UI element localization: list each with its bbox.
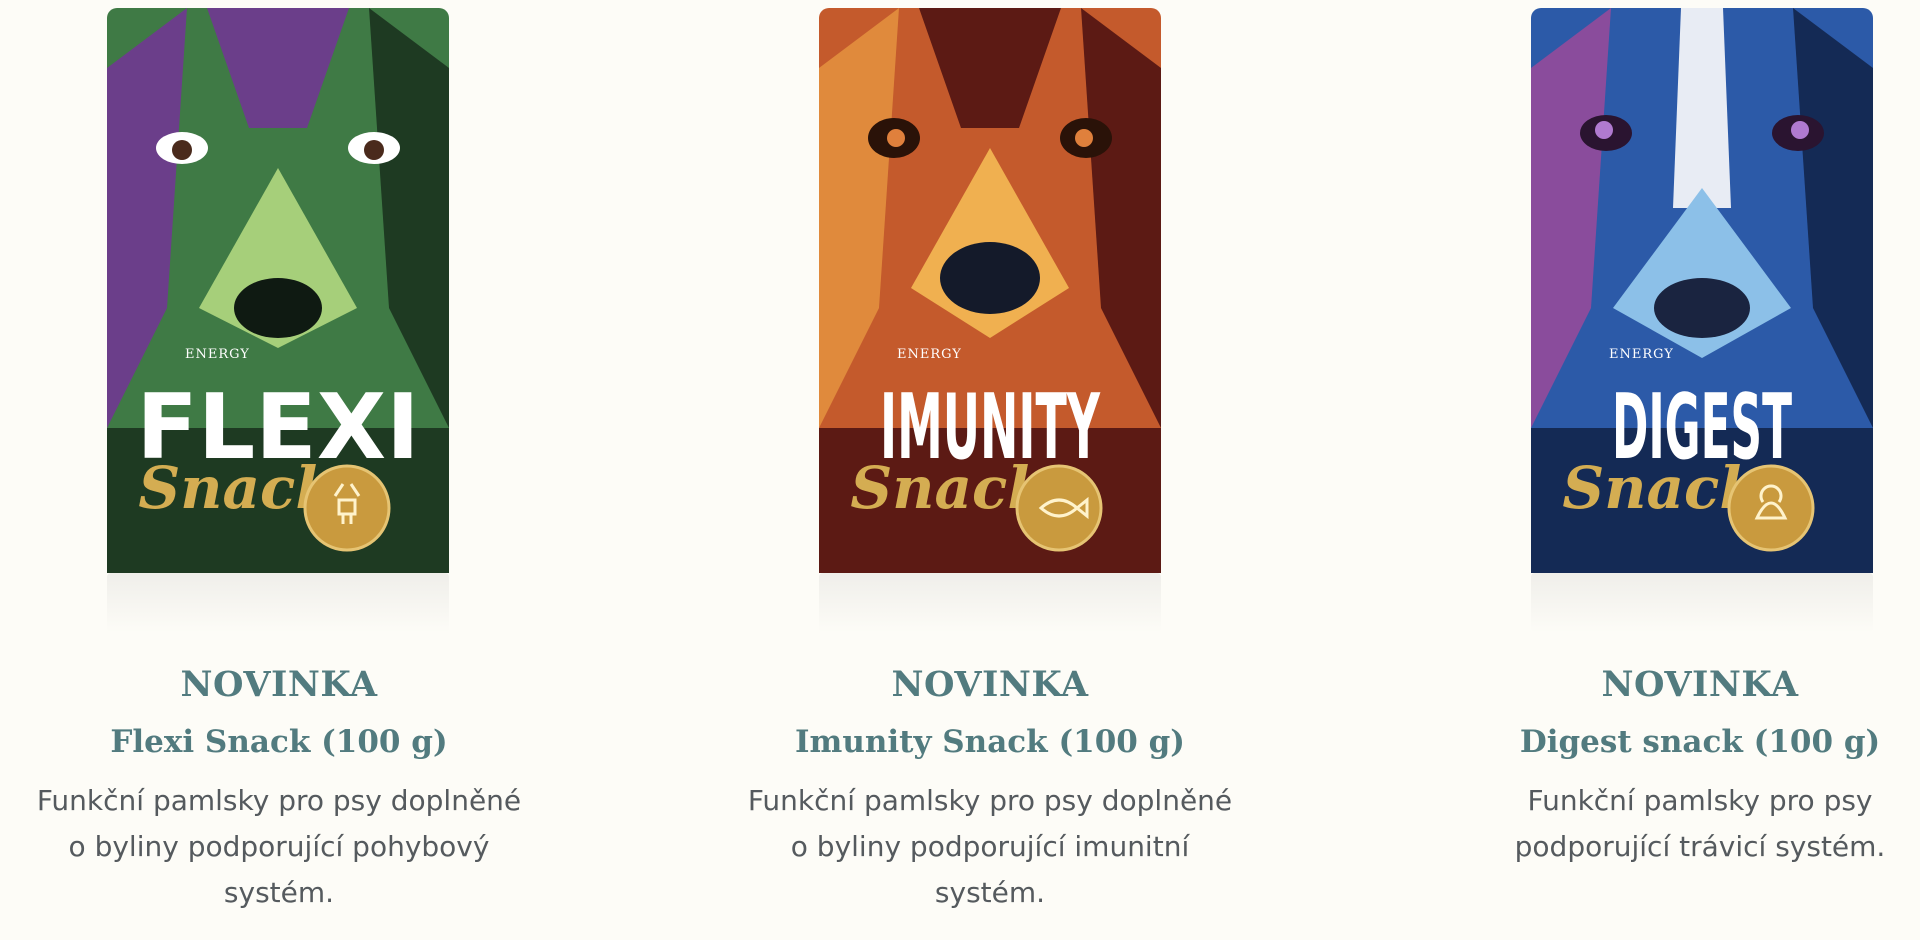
- pack-pupil-right: [364, 140, 384, 160]
- pack-pupil-right: [1075, 129, 1093, 147]
- product-card-digest[interactable]: ENERGY DIGEST Snack NOVINKA Digest snack…: [1420, 0, 1920, 940]
- product-reflection: [107, 573, 449, 633]
- product-title[interactable]: Digest snack (100 g): [1420, 724, 1920, 760]
- new-badge: NOVINKA: [180, 664, 378, 705]
- product-image-imunity[interactable]: ENERGY IMUNITY Snack: [819, 8, 1161, 573]
- pack-nose: [234, 278, 322, 338]
- product-description: Funkční pamlsky pro psy podporující tráv…: [1514, 784, 1886, 863]
- product-title[interactable]: Flexi Snack (100 g): [0, 724, 559, 760]
- product-image-flexi[interactable]: ENERGY FLEXI Snack: [107, 8, 449, 573]
- product-card-imunity[interactable]: ENERGY IMUNITY Snack NOVINKA Imunity Sna…: [710, 0, 1270, 940]
- pack-pupil-right: [1791, 121, 1809, 139]
- pack-nose: [940, 242, 1040, 314]
- pack-brand: ENERGY: [185, 347, 250, 362]
- pack-brand: ENERGY: [1609, 347, 1674, 362]
- pack-pupil-left: [172, 140, 192, 160]
- product-description: Funkční pamlsky pro psy doplněné o bylin…: [36, 784, 522, 909]
- new-badge: NOVINKA: [1601, 664, 1799, 705]
- new-badge: NOVINKA: [891, 664, 1089, 705]
- pack-nose: [1654, 278, 1750, 338]
- pack-pupil-left: [887, 129, 905, 147]
- product-title[interactable]: Imunity Snack (100 g): [710, 724, 1270, 760]
- product-card-flexi[interactable]: ENERGY FLEXI Snack NOVINKA Flexi Snack (…: [0, 0, 559, 940]
- pack-pupil-left: [1595, 121, 1613, 139]
- product-reflection: [819, 573, 1161, 633]
- pack-seal: [1727, 464, 1815, 552]
- product-description: Funkční pamlsky pro psy doplněné o bylin…: [747, 784, 1233, 909]
- product-image-digest[interactable]: ENERGY DIGEST Snack: [1531, 8, 1873, 573]
- pack-shape-forehead: [1673, 8, 1731, 208]
- pack-seal: [303, 464, 391, 552]
- pack-brand: ENERGY: [897, 347, 962, 362]
- product-reflection: [1531, 573, 1873, 633]
